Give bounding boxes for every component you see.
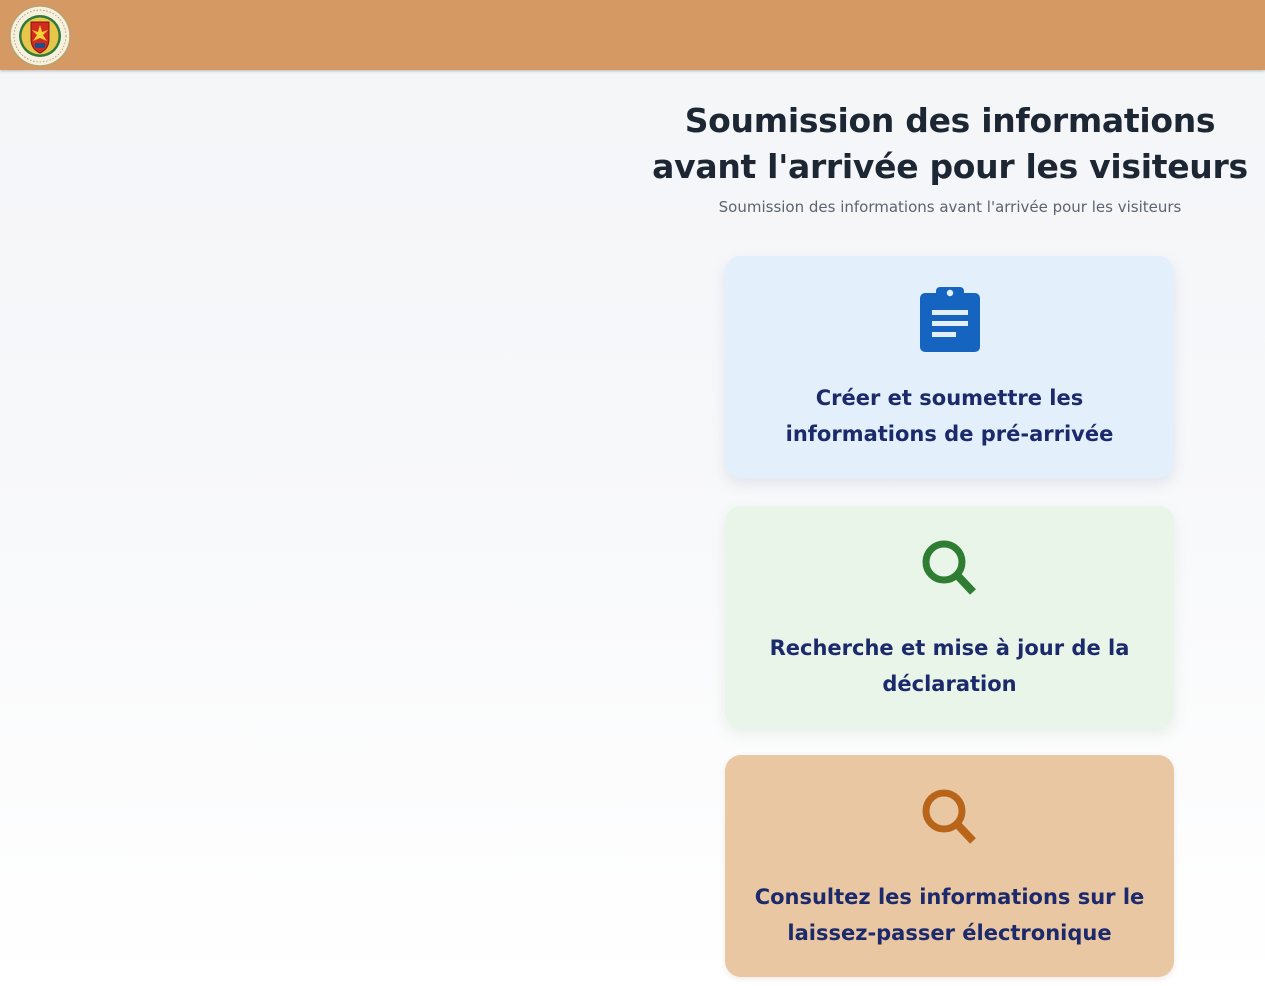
create-pre-arrival-card[interactable]: Créer et soumettre les informations de p…	[725, 256, 1174, 478]
top-bar	[0, 0, 1265, 70]
page-title: Soumission des informations avant l'arri…	[652, 101, 1248, 186]
e-pass-info-card[interactable]: Consultez les informations sur le laisse…	[725, 755, 1174, 977]
search-icon	[918, 785, 982, 851]
card-label: Recherche et mise à jour de la déclarati…	[769, 636, 1130, 696]
page-subtitle: Soumission des informations avant l'arri…	[718, 198, 1182, 216]
search-update-declaration-card[interactable]: Recherche et mise à jour de la déclarati…	[725, 506, 1174, 728]
search-icon	[918, 536, 982, 602]
immigration-emblem-icon[interactable]	[9, 5, 71, 67]
card-label: Consultez les informations sur le laisse…	[754, 885, 1145, 945]
clipboard-icon	[918, 286, 982, 352]
card-label: Créer et soumettre les informations de p…	[785, 386, 1114, 446]
